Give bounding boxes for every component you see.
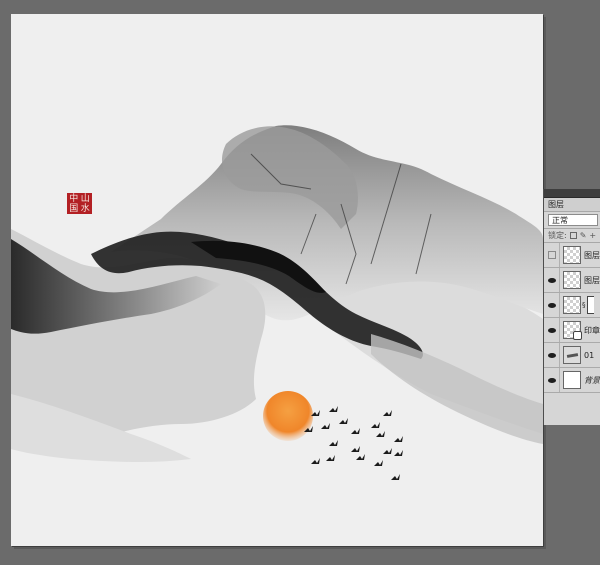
panel-header-bar[interactable]: [544, 189, 600, 198]
layer-row[interactable]: 背景: [544, 368, 600, 393]
ink-mountain-artwork: [11, 125, 543, 480]
layer-row[interactable]: 图层: [544, 268, 600, 293]
layer-name: 01: [584, 350, 595, 360]
layer-name: 背景: [584, 375, 600, 385]
layer-thumbnail: [563, 271, 581, 289]
flying-birds: [304, 406, 403, 480]
sun-shape: [263, 391, 313, 441]
layer-row[interactable]: 01: [544, 343, 600, 368]
visibility-toggle[interactable]: [544, 243, 560, 267]
visibility-toggle[interactable]: [544, 368, 560, 392]
visibility-toggle[interactable]: [544, 268, 560, 292]
document-canvas[interactable]: 中 山 国 水: [11, 14, 543, 546]
eye-icon[interactable]: [547, 377, 556, 383]
layer-thumbnail: [563, 371, 581, 389]
layer-row[interactable]: 印章: [544, 318, 600, 343]
layer-row[interactable]: §: [544, 293, 600, 318]
lock-label: 锁定:: [548, 231, 567, 240]
layer-row[interactable]: 图层: [544, 243, 600, 268]
layer-name: 印章: [584, 325, 600, 335]
layer-thumbnail: [563, 321, 582, 340]
red-seal-stamp: 中 山 国 水: [67, 193, 92, 214]
layer-thumbnail: [563, 346, 581, 364]
blend-mode-select[interactable]: 正常: [548, 214, 598, 226]
eye-icon[interactable]: [547, 327, 556, 333]
layer-thumbnail: [563, 296, 581, 314]
visibility-toggle[interactable]: [544, 293, 560, 317]
layer-mask-thumbnail[interactable]: [586, 296, 594, 314]
chain-link-icon[interactable]: §: [582, 301, 586, 309]
tab-layers[interactable]: 图层: [544, 198, 600, 212]
hidden-eye-icon[interactable]: [547, 251, 556, 259]
layer-name: 图层: [584, 250, 600, 260]
brush-lock-icon[interactable]: ✎: [580, 231, 587, 240]
blend-mode-row: 正常: [544, 212, 600, 229]
layers-panel[interactable]: 图层 正常 锁定: ✎ + 图层 图层 § 印章 01 背景: [543, 189, 600, 425]
layer-thumbnail: [563, 246, 581, 264]
visibility-toggle[interactable]: [544, 343, 560, 367]
layer-name: 图层: [584, 275, 600, 285]
eye-icon[interactable]: [547, 352, 556, 358]
visibility-toggle[interactable]: [544, 318, 560, 342]
eye-icon[interactable]: [547, 277, 556, 283]
lock-transparent-icon[interactable]: [569, 232, 577, 239]
lock-row: 锁定: ✎ +: [544, 229, 600, 243]
eye-icon[interactable]: [547, 302, 556, 308]
move-lock-icon[interactable]: +: [589, 231, 596, 240]
